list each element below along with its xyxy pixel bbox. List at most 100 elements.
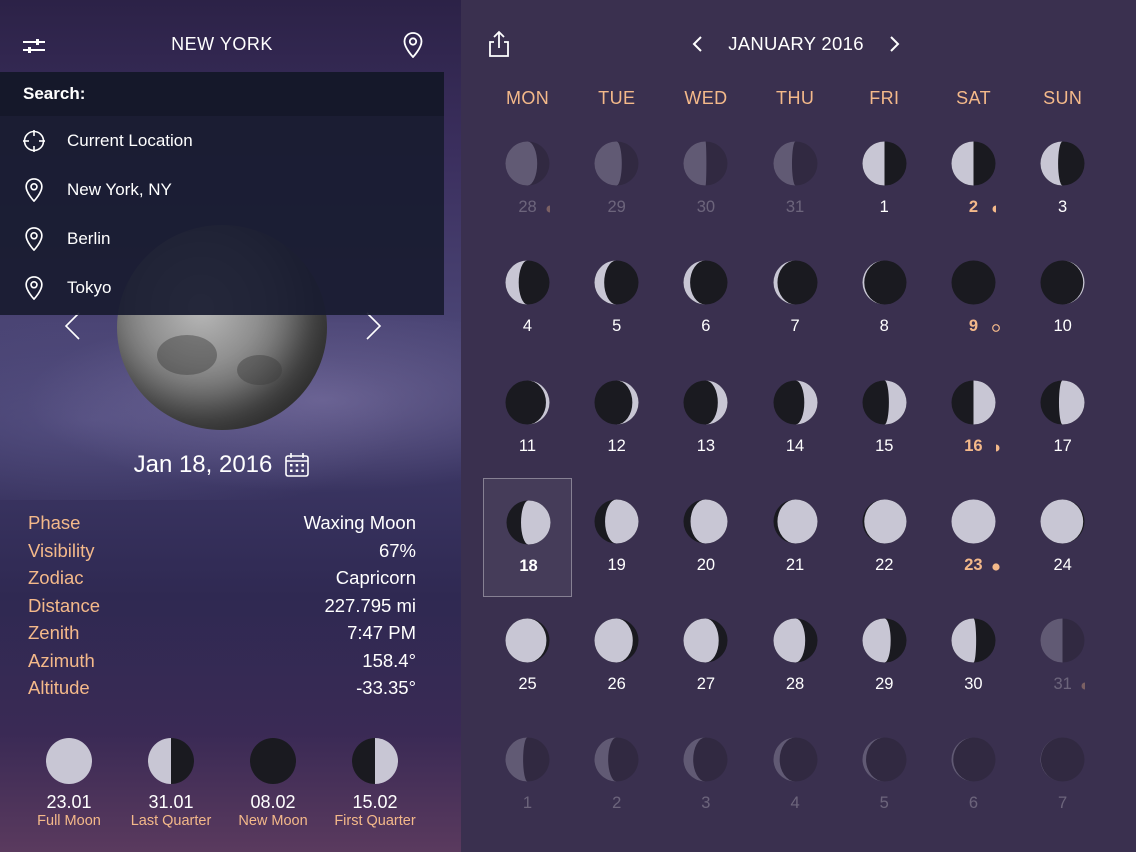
calendar-day[interactable]: 6: [661, 239, 750, 358]
next-month-chevron-icon[interactable]: [884, 32, 906, 56]
search-item-current-location[interactable]: Current Location: [0, 116, 444, 165]
day-number: 4: [790, 794, 800, 813]
moon-phase-icon: [1040, 141, 1085, 186]
search-item-label: New York, NY: [67, 179, 172, 199]
calendar-day[interactable]: 15: [840, 359, 929, 478]
calendar-day[interactable]: 21: [751, 478, 840, 597]
calendar-day[interactable]: 11: [483, 359, 572, 478]
calendar-day[interactable]: 31: [751, 120, 840, 239]
calendar-day[interactable]: 28: [483, 120, 572, 239]
location-pin-icon[interactable]: [401, 31, 425, 59]
phase-date: 15.02: [352, 792, 398, 812]
day-number: 6: [968, 794, 979, 813]
search-item-label: Berlin: [67, 228, 111, 248]
calendar-day[interactable]: 6: [929, 716, 1018, 835]
previous-month-chevron-icon[interactable]: [686, 32, 708, 56]
search-item-new-york[interactable]: New York, NY: [0, 165, 444, 214]
calendar-day[interactable]: 7: [1018, 716, 1107, 835]
info-row-zenith: Zenith 7:47 PM: [28, 619, 416, 647]
calendar-day[interactable]: 30: [929, 597, 1018, 716]
calendar-day[interactable]: 1: [840, 120, 929, 239]
upcoming-phases: 23.01 Full Moon 31.01 Last Quarter 08.02…: [18, 738, 438, 830]
day-number: 31: [785, 198, 805, 216]
calendar-day[interactable]: 23: [929, 478, 1018, 597]
moon-phase-icon: [951, 499, 996, 544]
calendar-icon[interactable]: [284, 452, 310, 478]
calendar-day[interactable]: 8: [840, 239, 929, 358]
calendar-day[interactable]: 12: [572, 359, 661, 478]
info-row-visibility: Visibility 67%: [28, 537, 416, 565]
calendar-day[interactable]: 17: [1018, 359, 1107, 478]
calendar-day[interactable]: 1: [483, 716, 572, 835]
moon-phase-icon: [594, 380, 639, 425]
calendar-day[interactable]: 9: [929, 239, 1018, 358]
calendar-day[interactable]: 2: [929, 120, 1018, 239]
moon-phase-icon: [683, 380, 728, 425]
location-pin-icon: [22, 226, 46, 251]
calendar-day[interactable]: 26: [572, 597, 661, 716]
info-value: -33.35°: [356, 677, 416, 698]
day-number: 28: [785, 675, 805, 694]
day-number: 17: [1053, 436, 1072, 455]
phase-name: First Quarter: [334, 813, 416, 829]
search-item-tokyo[interactable]: Tokyo: [0, 263, 444, 312]
moon-phase-icon: [505, 260, 550, 305]
day-number: 1: [522, 794, 533, 813]
calendar-day[interactable]: 5: [572, 239, 661, 358]
location-pin-icon: [22, 177, 46, 202]
calendar-day[interactable]: 16: [929, 359, 1018, 478]
moon-phase-icon: [951, 737, 996, 782]
calendar-day[interactable]: 4: [483, 239, 572, 358]
info-value: 158.4°: [362, 649, 416, 671]
info-value: Waxing Moon: [303, 512, 416, 533]
moon-phase-icon: [594, 141, 639, 186]
phase-last-quarter: 31.01 Last Quarter: [120, 738, 222, 830]
moon-phase-icon: [1040, 737, 1085, 782]
calendar-day[interactable]: 7: [751, 239, 840, 358]
calendar-day[interactable]: 4: [751, 716, 840, 835]
info-value: 227.795 mi: [324, 594, 416, 616]
phase-new-moon: 08.02 New Moon: [222, 738, 324, 830]
day-number: 20: [696, 555, 716, 574]
info-row-azimuth: Azimuth 158.4°: [28, 647, 416, 675]
calendar-day[interactable]: 24: [1018, 478, 1107, 597]
phase-name: Last Quarter: [130, 813, 212, 829]
calendar-day[interactable]: 3: [1018, 120, 1107, 239]
calendar-day[interactable]: 5: [840, 716, 929, 835]
calendar-day[interactable]: 31: [1018, 597, 1107, 716]
share-icon[interactable]: [487, 30, 511, 58]
day-number: 12: [607, 436, 626, 455]
day-number: 23: [964, 555, 983, 574]
calendar-day[interactable]: 25: [483, 597, 572, 716]
calendar-day[interactable]: 20: [661, 478, 750, 597]
day-number: 4: [522, 317, 533, 336]
moon-phase-icon: [773, 260, 818, 305]
calendar-day[interactable]: 13: [661, 359, 750, 478]
calendar-day[interactable]: 14: [751, 359, 840, 478]
day-number: 1: [879, 198, 889, 216]
last-phase-marker-icon: [1081, 682, 1086, 690]
calendar-day[interactable]: 19: [572, 478, 661, 597]
calendar-day[interactable]: 10: [1018, 239, 1107, 358]
calendar-day-selected[interactable]: 18: [483, 477, 573, 598]
calendar-day[interactable]: 22: [840, 478, 929, 597]
info-label: Zodiac: [28, 567, 84, 588]
calendar-day[interactable]: 3: [661, 716, 750, 835]
search-item-berlin[interactable]: Berlin: [0, 214, 444, 263]
calendar-day[interactable]: 2: [572, 716, 661, 835]
moon-phase-icon: [506, 500, 551, 545]
selected-date: Jan 18, 2016: [0, 451, 444, 479]
moon-phase-icon: [594, 260, 639, 305]
moon-phase-icon: [951, 380, 996, 425]
calendar-day[interactable]: 29: [572, 120, 661, 239]
moon-phase-icon: [505, 141, 550, 186]
moon-phase-icon: [951, 260, 996, 305]
day-number: 25: [518, 675, 537, 694]
city-title[interactable]: NEW YORK: [0, 34, 444, 55]
moon-phase-icon: [1040, 260, 1085, 305]
day-number: 29: [875, 675, 894, 694]
calendar-day[interactable]: 28: [751, 597, 840, 716]
calendar-day[interactable]: 30: [661, 120, 750, 239]
calendar-day[interactable]: 27: [661, 597, 750, 716]
calendar-day[interactable]: 29: [840, 597, 929, 716]
